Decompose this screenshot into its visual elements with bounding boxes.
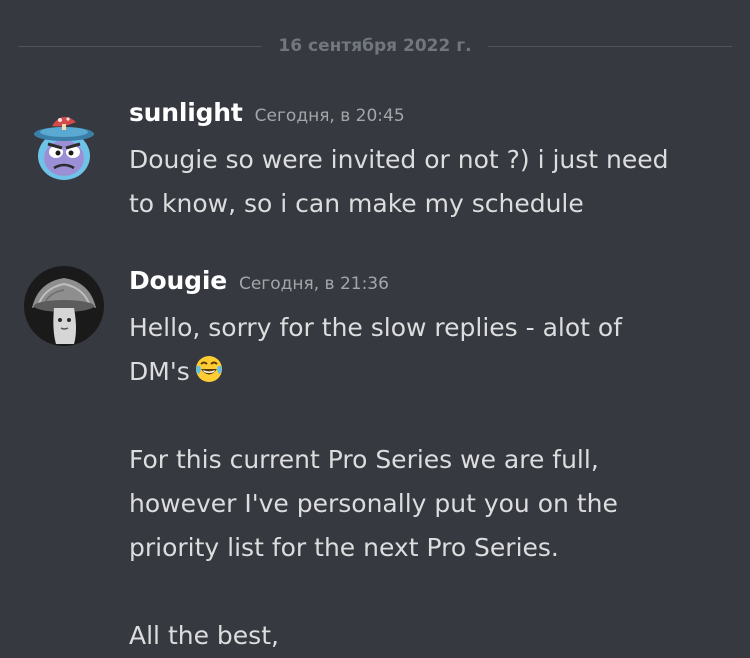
mushroom-avatar-icon bbox=[24, 266, 104, 346]
message-line: For this current Pro Series we are full, bbox=[129, 445, 599, 474]
message-line: Hello, sorry for the slow replies - alot… bbox=[129, 313, 622, 342]
message-line: All the best, bbox=[129, 621, 279, 650]
message-line: to know, so i can make my schedule bbox=[129, 189, 584, 218]
divider-line-right bbox=[487, 45, 732, 47]
message-line-with-emoji: DM's bbox=[129, 350, 740, 394]
username[interactable]: Dougie bbox=[129, 266, 227, 295]
message-line: Dougie so were invited or not ?) i just … bbox=[129, 145, 669, 174]
avatar[interactable] bbox=[24, 266, 104, 346]
avatar[interactable] bbox=[24, 108, 104, 188]
message-header: sunlight Сегодня, в 20:45 bbox=[129, 98, 740, 138]
message-body: Dougie Сегодня, в 21:36 Hello, sorry for… bbox=[129, 266, 740, 658]
laughing-tears-emoji-icon bbox=[195, 356, 222, 382]
message-sunlight: sunlight Сегодня, в 20:45 Dougie so were… bbox=[24, 98, 740, 228]
username[interactable]: sunlight bbox=[129, 98, 243, 127]
divider-date: 16 сентября 2022 г. bbox=[278, 36, 472, 56]
divider-line-left bbox=[18, 45, 263, 47]
message-text: DM's bbox=[129, 357, 190, 386]
message-line: priority list for the next Pro Series. bbox=[129, 533, 559, 562]
timestamp[interactable]: Сегодня, в 21:36 bbox=[239, 274, 389, 294]
message-line: however I've personally put you on the bbox=[129, 489, 618, 518]
date-divider: 16 сентября 2022 г. bbox=[18, 34, 732, 58]
message-dougie: Dougie Сегодня, в 21:36 Hello, sorry for… bbox=[24, 266, 740, 658]
mushroom-avatar-icon bbox=[24, 108, 104, 188]
message-body: sunlight Сегодня, в 20:45 Dougie so were… bbox=[129, 98, 740, 226]
timestamp[interactable]: Сегодня, в 20:45 bbox=[255, 106, 405, 126]
message-header: Dougie Сегодня, в 21:36 bbox=[129, 266, 740, 306]
